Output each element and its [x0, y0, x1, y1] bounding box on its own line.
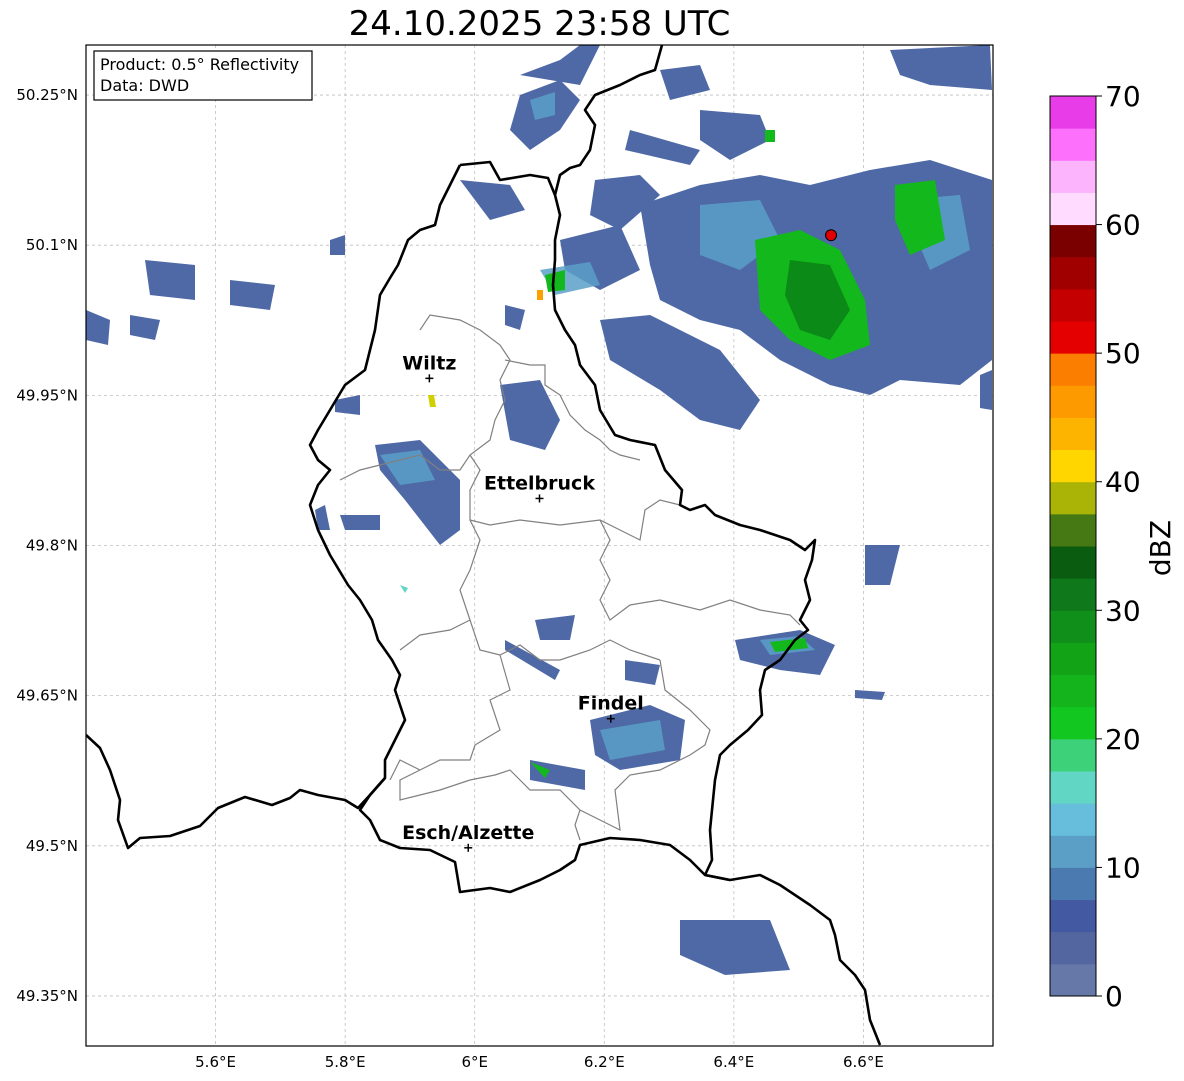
- colorbar-tick-label: 0: [1105, 980, 1123, 1013]
- colorbar-swatch: [1050, 96, 1096, 129]
- city-label: Ettelbruck: [484, 472, 595, 494]
- colorbar-swatch: [1050, 835, 1096, 868]
- data-source-label: Data: DWD: [100, 76, 189, 95]
- echo-cell: [537, 290, 543, 300]
- colorbar-swatch: [1050, 674, 1096, 708]
- echo-cell: [145, 260, 195, 300]
- lat-tick-label: 50.25°N: [16, 86, 78, 104]
- lon-tick-label: 5.6°E: [195, 1053, 236, 1071]
- colorbar-swatch: [1050, 899, 1096, 933]
- lon-tick-label: 6°E: [461, 1053, 488, 1071]
- lat-tick-label: 49.95°N: [16, 386, 78, 404]
- echo-cell: [230, 280, 275, 310]
- colorbar-swatch: [1050, 224, 1096, 258]
- colorbar-swatch: [1050, 321, 1096, 354]
- colorbar-tick-label: 30: [1105, 594, 1141, 627]
- colorbar-tick-label: 20: [1105, 723, 1141, 756]
- colorbar-tick-label: 10: [1105, 851, 1141, 884]
- lat-tick-label: 49.5°N: [26, 837, 78, 855]
- echo-cell: [340, 515, 380, 530]
- info-box: Product: 0.5° Reflectivity Data: DWD: [93, 50, 313, 101]
- colorbar-swatch: [1050, 546, 1096, 579]
- colorbar-swatch: [1050, 578, 1096, 611]
- colorbar-swatch: [1050, 771, 1096, 804]
- lon-tick-label: 6.2°E: [584, 1053, 625, 1071]
- lat-tick-label: 49.35°N: [16, 987, 78, 1005]
- colorbar-swatch: [1050, 642, 1096, 676]
- colorbar-swatch: [1050, 610, 1096, 643]
- colorbar-swatch: [1050, 128, 1096, 161]
- city-label: Findel: [578, 693, 644, 715]
- colorbar-swatch: [1050, 449, 1096, 483]
- colorbar-tick-label: 40: [1105, 466, 1141, 499]
- colorbar-tick-label: 50: [1105, 337, 1141, 370]
- colorbar-swatch: [1050, 706, 1096, 740]
- lat-tick-label: 49.8°N: [26, 537, 78, 555]
- product-label: Product: 0.5° Reflectivity: [100, 55, 299, 74]
- colorbar-swatch: [1050, 803, 1096, 836]
- latitude-ticks: 50.25°N 50.1°N 49.95°N 49.8°N 49.65°N 49.5°N 4…: [16, 86, 78, 1005]
- city-label: Esch/Alzette: [402, 822, 534, 844]
- colorbar-swatch: [1050, 738, 1096, 772]
- colorbar-tick-label: 70: [1105, 80, 1141, 113]
- lon-tick-label: 6.6°E: [843, 1053, 884, 1071]
- lat-tick-label: 50.1°N: [26, 236, 78, 254]
- colorbar-swatch: [1050, 481, 1096, 515]
- radar-map: Wiltz Ettelbruck Findel Esch/Alzette Produc…: [16, 44, 1177, 1071]
- echo-cell: [980, 370, 992, 410]
- colorbar-swatch: [1050, 513, 1096, 547]
- colorbar-swatch: [1050, 417, 1096, 451]
- colorbar-swatch: [1050, 931, 1096, 965]
- lon-tick-label: 5.8°E: [325, 1053, 366, 1071]
- lon-tick-label: 6.4°E: [713, 1053, 754, 1071]
- lat-tick-label: 49.65°N: [16, 687, 78, 705]
- colorbar-swatch: [1050, 963, 1096, 997]
- colorbar-swatch: [1050, 867, 1096, 901]
- colorbar-swatch: [1050, 353, 1096, 386]
- radar-site-marker: [825, 229, 838, 242]
- colorbar-swatch: [1050, 385, 1096, 418]
- longitude-ticks: 5.6°E 5.8°E 6°E 6.2°E 6.4°E 6.6°E: [195, 1053, 884, 1071]
- colorbar-tick-label: 60: [1105, 209, 1141, 242]
- colorbar-swatch: [1050, 288, 1096, 322]
- colorbar-swatch: [1050, 192, 1096, 226]
- colorbar-swatch: [1050, 256, 1096, 290]
- city-label: Wiltz: [402, 352, 456, 374]
- colorbar-swatch: [1050, 160, 1096, 193]
- colorbar: 0 10 20 30 40 50 60 70: [1049, 80, 1141, 1013]
- echo-cell: [765, 130, 775, 142]
- colorbar-label: dBZ: [1144, 520, 1177, 576]
